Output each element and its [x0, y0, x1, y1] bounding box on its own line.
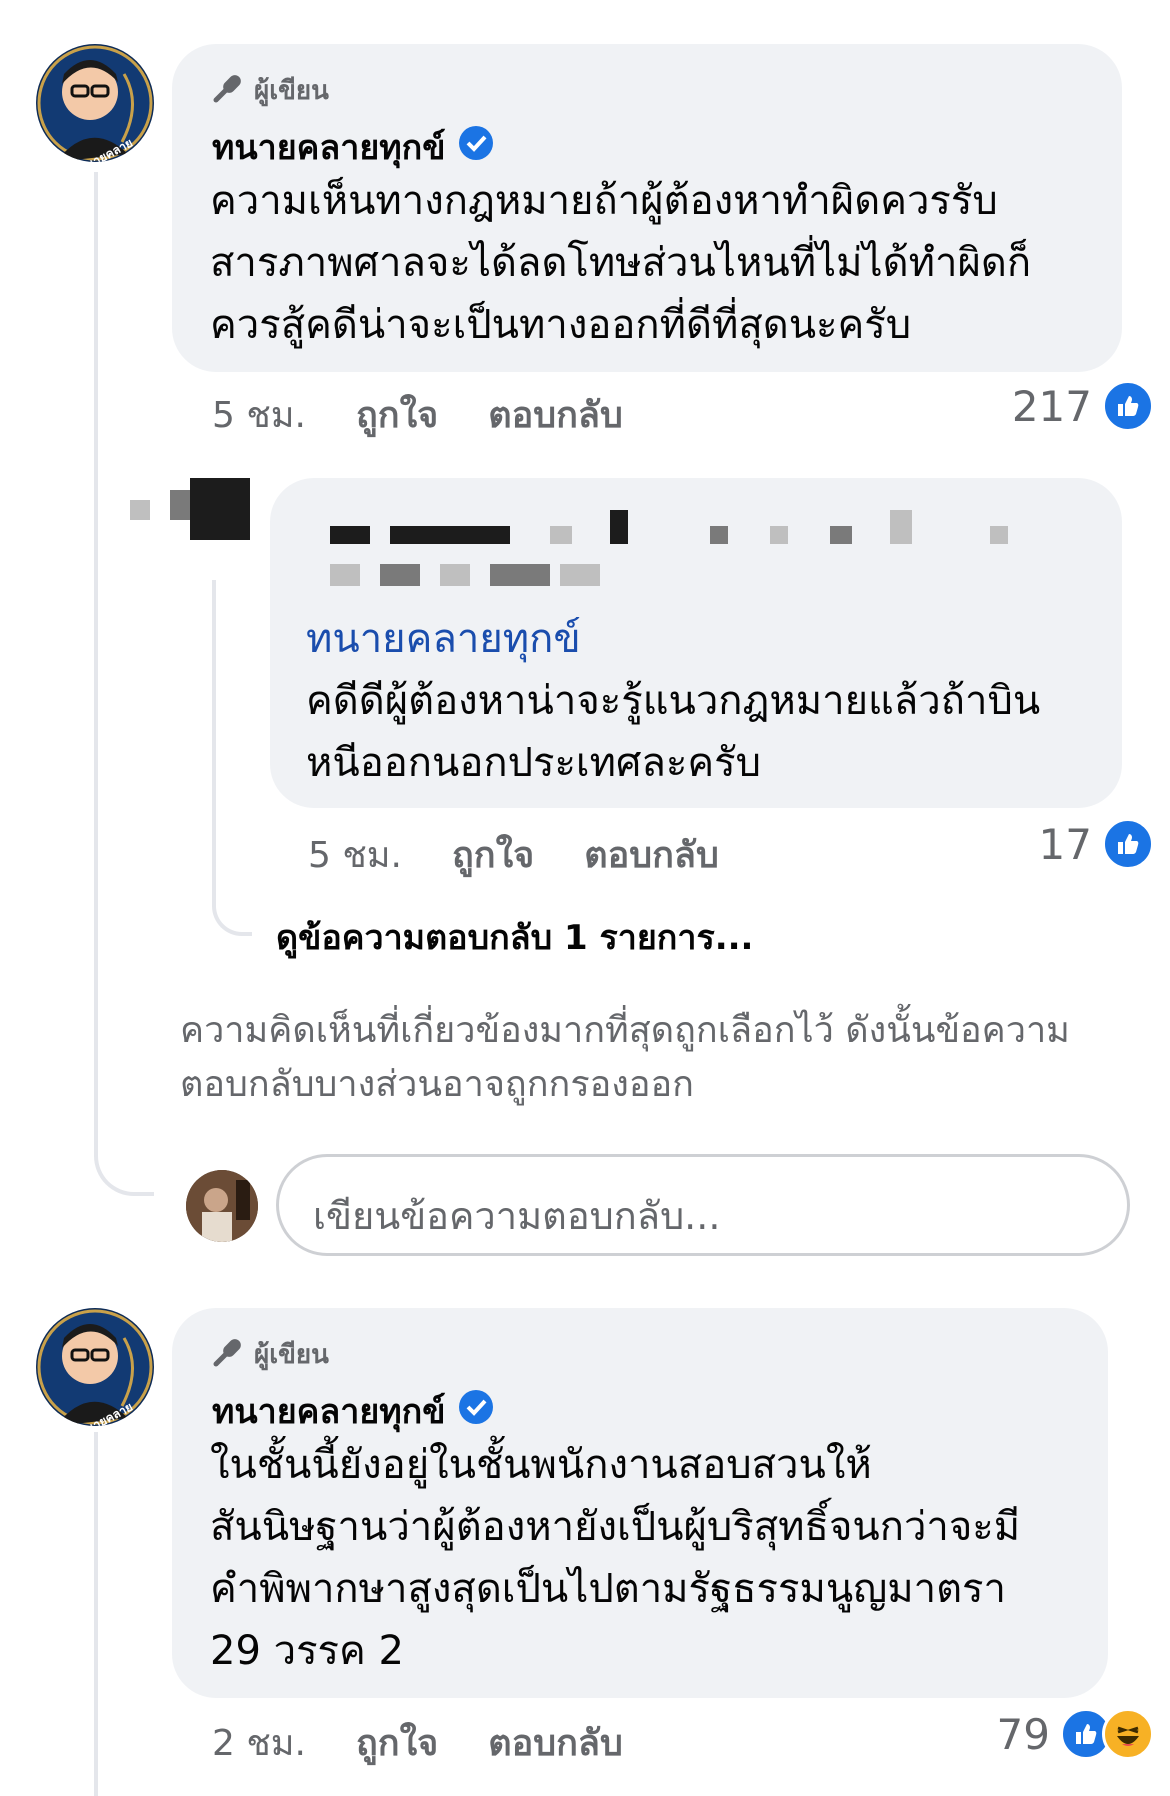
like-button[interactable]: ถูกใจ — [356, 386, 438, 443]
avatar[interactable]: ทนายคลายทุกข์ — [36, 44, 154, 162]
filter-notice-line: ตอบกลับบางส่วนอาจถูกกรองออก — [180, 1064, 694, 1105]
comment-time[interactable]: 2 ชม. — [212, 1714, 306, 1771]
verified-icon — [458, 125, 494, 170]
thread-line — [94, 172, 154, 1196]
comment-text: ในชั้นนี้ยังอยู่ในชั้นพนักงานสอบสวนให้ ส… — [210, 1434, 1020, 1682]
view-replies-link[interactable]: ดูข้อความตอบกลับ 1 รายการ... — [276, 910, 753, 964]
comment-meta: 2 ชม. ถูกใจ ตอบกลับ — [212, 1714, 623, 1771]
comment-author[interactable]: ทนายคลายทุกข์ — [212, 1384, 494, 1438]
comment-line: คำพิพากษาสูงสุดเป็นไปตามรัฐธรรมนูญมาตรา — [210, 1566, 1006, 1612]
author-name[interactable]: ทนายคลายทุกข์ — [212, 120, 446, 174]
microphone-icon — [212, 70, 246, 111]
author-name[interactable]: ทนายคลายทุกข์ — [212, 1384, 446, 1438]
comment-line: ความเห็นทางกฎหมายถ้าผู้ต้องหาทำผิดควรรับ — [210, 178, 998, 224]
comment-line: คดีดีผู้ต้องหาน่าจะรู้แนวกฎหมายแล้วถ้าบิ… — [306, 678, 1041, 724]
reaction-count: 17 — [1038, 819, 1092, 869]
reaction-count: 217 — [1011, 381, 1092, 431]
reply-button[interactable]: ตอบกลับ — [488, 1714, 623, 1771]
comment-time[interactable]: 5 ชม. — [308, 826, 402, 883]
verified-icon — [458, 1389, 494, 1434]
comment-line: สันนิษฐานว่าผู้ต้องหายังเป็นผู้บริสุทธิ์… — [210, 1504, 1021, 1550]
reply-meta: 5 ชม. ถูกใจ ตอบกลับ — [308, 826, 719, 883]
reply-text: ทนายคลายทุกข์ คดีดีผู้ต้องหาน่าจะรู้แนวก… — [306, 608, 1040, 794]
comment-line: ควรสู้คดีน่าจะเป็นทางออกที่ดีที่สุดนะครั… — [210, 302, 912, 348]
reply-input-placeholder: เขียนข้อความตอบกลับ... — [313, 1194, 721, 1238]
reply-button[interactable]: ตอบกลับ — [488, 386, 623, 443]
filter-notice: ความคิดเห็นที่เกี่ยวข้องมากที่สุดถูกเลือ… — [180, 1004, 1070, 1112]
filter-notice-line: ความคิดเห็นที่เกี่ยวข้องมากที่สุดถูกเลือ… — [180, 1010, 1070, 1051]
comment-time[interactable]: 5 ชม. — [212, 386, 306, 443]
mention-link[interactable]: ทนายคลายทุกข์ — [306, 608, 1040, 670]
avatar[interactable]: ทนายคลายทุกข์ — [36, 1308, 154, 1426]
like-icon — [1102, 818, 1154, 870]
comment-line: ในชั้นนี้ยังอยู่ในชั้นพนักงานสอบสวนให้ — [210, 1442, 872, 1488]
microphone-icon — [212, 1334, 246, 1375]
comment-meta: 5 ชม. ถูกใจ ตอบกลับ — [212, 386, 623, 443]
reaction-summary[interactable]: 17 — [1039, 818, 1154, 870]
redacted-name — [320, 510, 1080, 600]
reaction-summary[interactable]: 217 — [1012, 380, 1154, 432]
author-badge-label: ผู้เขียน — [254, 76, 329, 106]
comment-line: สารภาพศาลจะได้ลดโทษส่วนไหนที่ไม่ได้ทำผิด… — [210, 240, 1032, 286]
like-icon — [1102, 380, 1154, 432]
comment-text: ความเห็นทางกฎหมายถ้าผู้ต้องหาทำผิดควรรับ… — [210, 170, 1031, 356]
haha-icon — [1102, 1708, 1154, 1760]
like-button[interactable]: ถูกใจ — [356, 1714, 438, 1771]
author-badge: ผู้เขียน — [212, 1334, 329, 1375]
reaction-count: 79 — [996, 1709, 1050, 1759]
like-button[interactable]: ถูกใจ — [452, 826, 534, 883]
thread-line — [94, 1432, 98, 1796]
author-badge-label: ผู้เขียน — [254, 1340, 329, 1370]
comment-line: 29 วรรค 2 — [210, 1628, 404, 1674]
reply-input[interactable]: เขียนข้อความตอบกลับ... — [276, 1154, 1130, 1256]
author-badge: ผู้เขียน — [212, 70, 329, 111]
current-user-avatar — [186, 1170, 258, 1242]
reply-button[interactable]: ตอบกลับ — [584, 826, 719, 883]
reaction-summary[interactable]: 79 — [997, 1708, 1154, 1760]
reply-thread-line — [212, 580, 252, 936]
comment-line: หนีออกนอกประเทศละครับ — [306, 740, 761, 786]
comment-author[interactable]: ทนายคลายทุกข์ — [212, 120, 494, 174]
avatar-redacted[interactable] — [130, 470, 250, 550]
